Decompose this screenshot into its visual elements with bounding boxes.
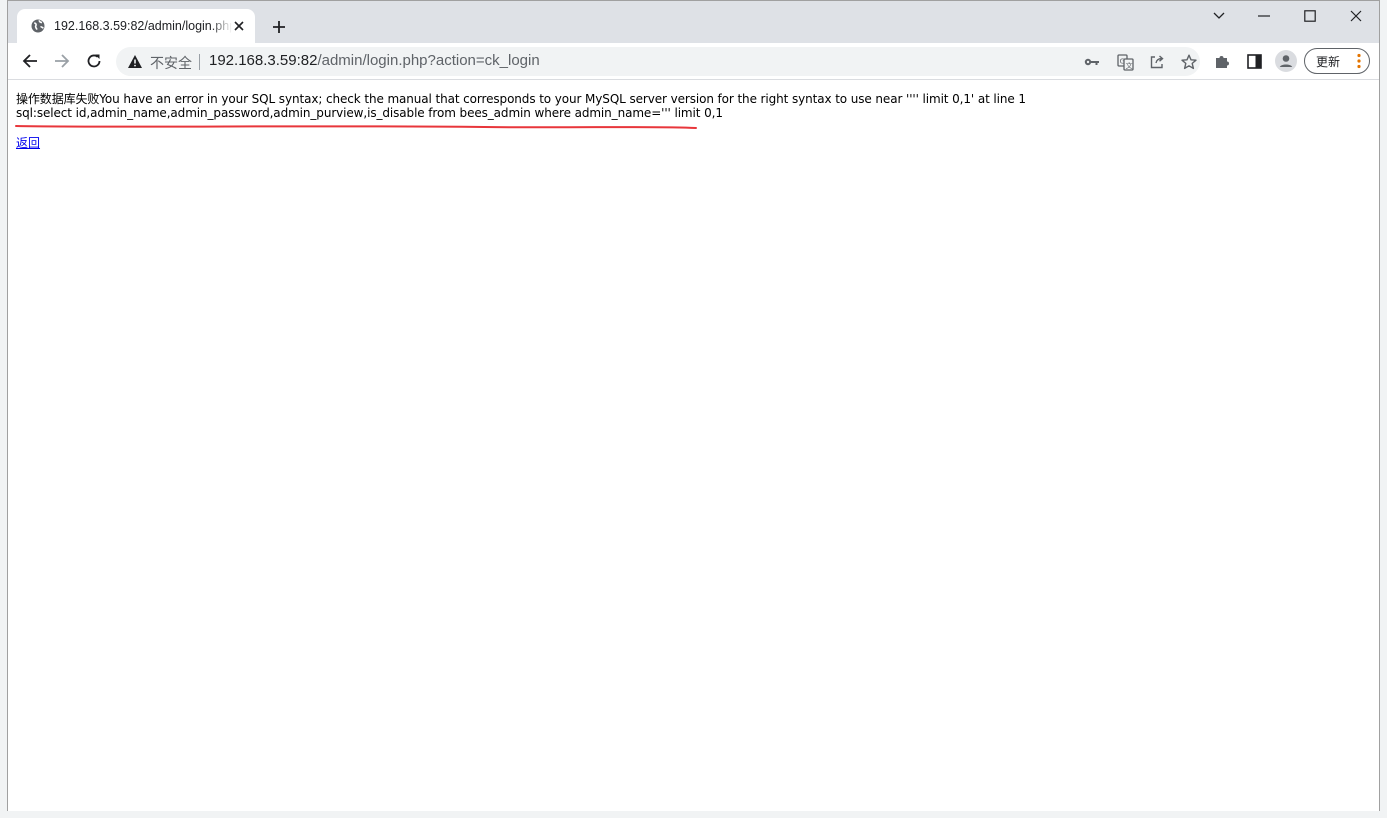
url-host: 192.168.3.59:82: [209, 52, 318, 69]
extensions-puzzle-icon[interactable]: [1209, 48, 1235, 74]
url-path: /admin/login.php?action=ck_login: [317, 52, 540, 69]
bookmark-star-icon[interactable]: [1179, 52, 1199, 72]
red-underline-annotation: [15, 125, 697, 129]
error-message: 操作数据库失败You have an error in your SQL syn…: [16, 92, 1026, 106]
svg-text:文: 文: [1125, 60, 1132, 69]
forward-arrow-icon[interactable]: [49, 48, 75, 74]
security-status-label[interactable]: 不安全: [150, 53, 192, 73]
sql-statement: sql:select id,admin_name,admin_password,…: [16, 106, 723, 120]
url-text[interactable]: 192.168.3.59:82/admin/login.php?action=c…: [209, 52, 540, 69]
side-panel-icon[interactable]: [1241, 48, 1267, 74]
translate-icon[interactable]: G文: [1115, 52, 1135, 72]
tab-search-chevron-icon[interactable]: [1205, 5, 1233, 27]
tab-title: 192.168.3.59:82/admin/login.php?action=c…: [54, 19, 232, 33]
tab-strip: 192.168.3.59:82/admin/login.php?action=c…: [8, 1, 1379, 43]
share-icon[interactable]: [1147, 52, 1167, 72]
update-button-label: 更新: [1316, 54, 1341, 69]
browser-window: 192.168.3.59:82/admin/login.php?action=c…: [7, 0, 1380, 811]
back-link[interactable]: 返回: [16, 134, 40, 151]
update-button[interactable]: 更新: [1304, 48, 1370, 74]
menu-dots-icon[interactable]: [1357, 53, 1361, 72]
address-divider: [199, 54, 200, 70]
warning-icon[interactable]: [127, 54, 143, 74]
profile-avatar-icon[interactable]: [1273, 48, 1299, 74]
close-tab-icon[interactable]: [231, 18, 247, 34]
globe-icon: [30, 18, 46, 34]
new-tab-icon[interactable]: [267, 15, 291, 39]
address-bar[interactable]: 不安全 192.168.3.59:82/admin/login.php?acti…: [116, 47, 1200, 76]
maximize-icon[interactable]: [1296, 5, 1324, 27]
key-icon[interactable]: [1082, 52, 1102, 72]
back-arrow-icon[interactable]: [17, 48, 43, 74]
reload-icon[interactable]: [81, 48, 107, 74]
page-content: 操作数据库失败You have an error in your SQL syn…: [8, 80, 1379, 811]
svg-text:G: G: [1119, 57, 1124, 65]
close-window-icon[interactable]: [1342, 5, 1370, 27]
browser-toolbar: 不安全 192.168.3.59:82/admin/login.php?acti…: [8, 43, 1379, 80]
active-tab[interactable]: 192.168.3.59:82/admin/login.php?action=c…: [17, 9, 255, 43]
minimize-icon[interactable]: [1250, 5, 1278, 27]
